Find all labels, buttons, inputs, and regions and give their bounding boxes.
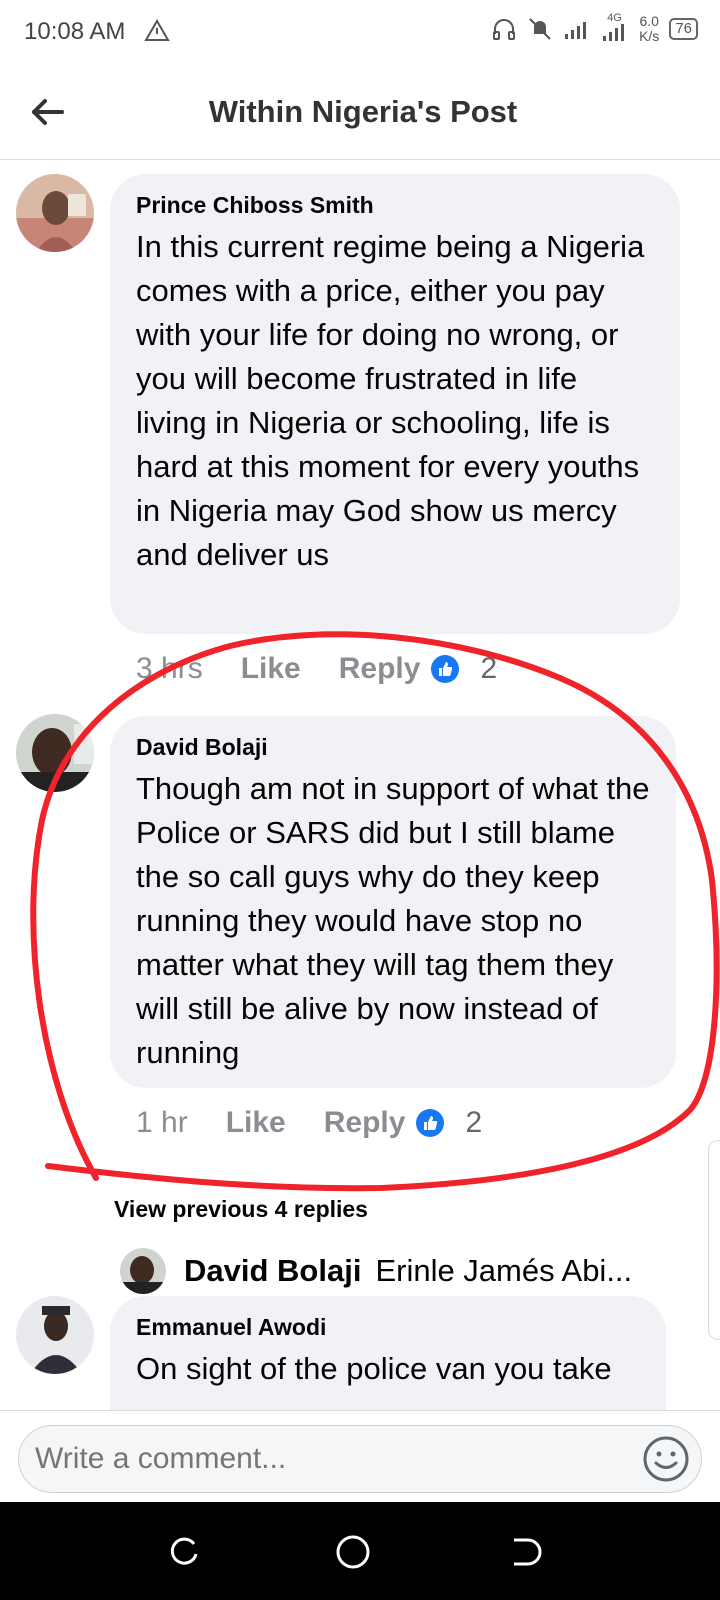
thumbs-up-icon[interactable] (415, 1108, 445, 1138)
reply-button[interactable]: Reply (339, 652, 421, 686)
side-panel-handle[interactable] (708, 1140, 720, 1340)
comment-time[interactable]: 3 hrs (136, 652, 203, 686)
back-nav-icon[interactable] (504, 1532, 544, 1572)
mute-icon (529, 18, 551, 40)
network-speed-value: 6.0 (639, 13, 659, 29)
page-title: Within Nigeria's Post (208, 94, 518, 129)
warning-icon (144, 19, 170, 41)
signal-icon (565, 22, 587, 39)
signal-4g-icon: 4G (599, 12, 629, 42)
reply-preview[interactable]: David Bolaji Erinle Jamés Abi... (120, 1248, 660, 1294)
reply-author[interactable]: David Bolaji (184, 1253, 361, 1289)
reaction-count[interactable]: 2 (465, 1106, 482, 1140)
reply-button[interactable]: Reply (324, 1106, 406, 1140)
comment-author[interactable]: Prince Chiboss Smith (136, 192, 656, 219)
avatar[interactable] (16, 174, 94, 252)
view-previous-replies-link[interactable]: View previous 4 replies (114, 1196, 368, 1223)
battery-indicator: 76 (669, 18, 698, 40)
status-icons: 4G 6.0 K/s 76 (491, 12, 698, 44)
avatar[interactable] (16, 1296, 94, 1374)
comment-text: In this current regime being a Nigeria c… (136, 229, 645, 572)
comment-text: Though am not in support of what the Pol… (136, 771, 650, 1070)
status-time: 10:08 AM (24, 18, 126, 45)
network-speed-unit: K/s (639, 28, 660, 44)
comment-author[interactable]: David Bolaji (136, 734, 652, 761)
home-icon[interactable] (333, 1532, 373, 1572)
headphones-icon (493, 19, 516, 40)
comment-bubble: David Bolaji Though am not in support of… (110, 716, 676, 1088)
comment-bubble: Prince Chiboss Smith In this current reg… (110, 174, 680, 634)
comment-composer (0, 1410, 720, 1502)
avatar[interactable] (16, 714, 94, 792)
comment-time[interactable]: 1 hr (136, 1106, 188, 1140)
reaction-count[interactable]: 2 (480, 652, 497, 686)
thumbs-up-icon[interactable] (430, 654, 460, 684)
comment-text: On sight of the police van you take (136, 1351, 612, 1386)
comment-author[interactable]: Emmanuel Awodi (136, 1314, 642, 1341)
comment-actions: 3 hrs Like Reply 2 (136, 652, 497, 686)
comment-bubble: Emmanuel Awodi On sight of the police va… (110, 1296, 666, 1410)
comment-input[interactable] (18, 1425, 702, 1493)
smiley-icon[interactable] (642, 1435, 690, 1483)
comment-actions: 1 hr Like Reply 2 (136, 1106, 482, 1140)
system-nav-bar (0, 1502, 720, 1600)
like-button[interactable]: Like (226, 1106, 286, 1140)
avatar[interactable] (120, 1248, 166, 1294)
recent-apps-icon[interactable] (164, 1532, 204, 1572)
status-bar: 10:08 AM 4G 6.0 K/s 76 (0, 0, 720, 64)
network-speed: 6.0 K/s (639, 14, 659, 44)
reply-text: Erinle Jamés Abi... (375, 1253, 633, 1288)
like-button[interactable]: Like (241, 652, 301, 686)
app-header: Within Nigeria's Post (0, 64, 720, 160)
